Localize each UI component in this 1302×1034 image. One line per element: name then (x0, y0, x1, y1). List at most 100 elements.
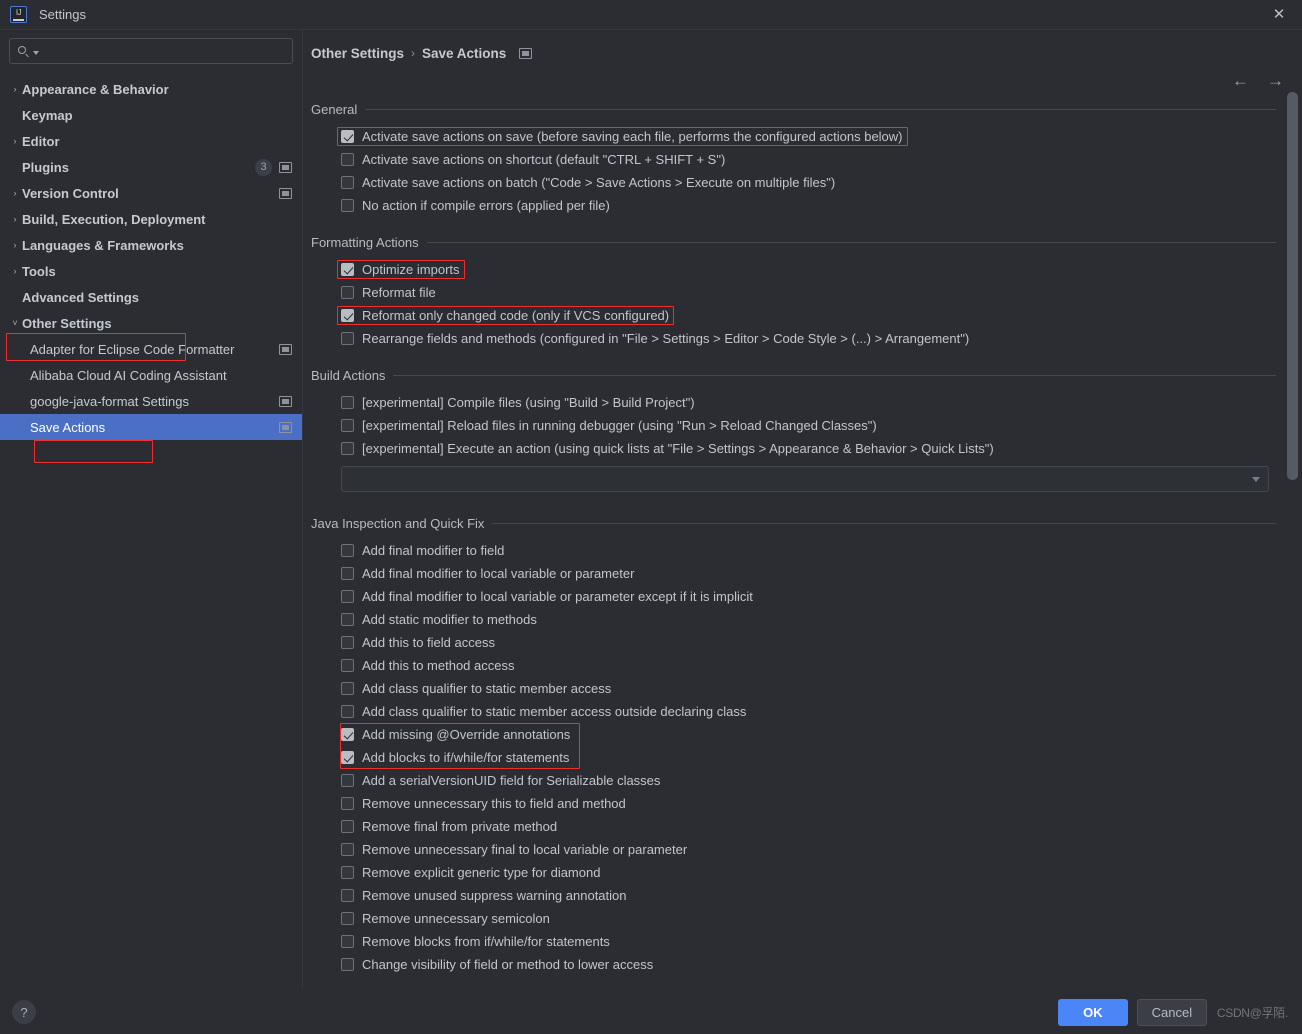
checkbox-unchecked[interactable] (341, 590, 354, 603)
checkbox-unchecked[interactable] (341, 935, 354, 948)
chevron-right-icon[interactable]: › (8, 136, 22, 146)
checkbox-unchecked[interactable] (341, 659, 354, 672)
checkbox-unchecked[interactable] (341, 153, 354, 166)
cancel-button[interactable]: Cancel (1136, 998, 1207, 1026)
checkbox-label: Remove unused suppress warning annotatio… (362, 888, 627, 903)
window-title: Settings (39, 7, 86, 22)
checkbox-row[interactable]: Activate save actions on shortcut (defau… (311, 148, 1276, 171)
checkbox-row[interactable]: [experimental] Compile files (using "Bui… (311, 391, 1276, 414)
sidebar-item-editor[interactable]: › Editor (0, 128, 302, 154)
checkbox-checked[interactable] (341, 728, 354, 741)
checkbox-row[interactable]: Remove unnecessary semicolon (311, 907, 1276, 930)
checkbox-unchecked[interactable] (341, 889, 354, 902)
close-icon[interactable]: ✕ (1256, 0, 1302, 29)
sidebar-item-build-execution-deployment[interactable]: › Build, Execution, Deployment (0, 206, 302, 232)
checkbox-unchecked[interactable] (341, 636, 354, 649)
checkbox-checked[interactable] (341, 309, 354, 322)
sidebar-item-google-java-format-settings[interactable]: ›google-java-format Settings (0, 388, 302, 414)
chevron-right-icon[interactable]: › (8, 188, 22, 198)
sidebar-item-alibaba-cloud-ai-coding-assistant[interactable]: ›Alibaba Cloud AI Coding Assistant (0, 362, 302, 388)
checkbox-row[interactable]: Add missing @Override annotations (311, 723, 1276, 746)
checkbox-checked[interactable] (341, 751, 354, 764)
checkbox-row[interactable]: Remove explicit generic type for diamond (311, 861, 1276, 884)
checkbox-row[interactable]: [experimental] Reload files in running d… (311, 414, 1276, 437)
sidebar-item-keymap[interactable]: ›Keymap (0, 102, 302, 128)
checkbox-unchecked[interactable] (341, 286, 354, 299)
checkbox-unchecked[interactable] (341, 544, 354, 557)
checkbox-row[interactable]: Reformat file (311, 281, 1276, 304)
checkbox-checked[interactable] (341, 130, 354, 143)
checkbox-row[interactable]: Remove unused suppress warning annotatio… (311, 884, 1276, 907)
arrow-left-icon[interactable]: ← (1232, 72, 1249, 89)
checkbox-row[interactable]: Add this to method access (311, 654, 1276, 677)
sidebar-item-languages-frameworks[interactable]: › Languages & Frameworks (0, 232, 302, 258)
checkbox-label: Add this to field access (362, 635, 495, 650)
quick-list-combobox[interactable] (341, 466, 1269, 492)
checkbox-unchecked[interactable] (341, 567, 354, 580)
ok-button[interactable]: OK (1057, 998, 1128, 1026)
search-field[interactable] (9, 38, 293, 64)
checkbox-row[interactable]: Add this to field access (311, 631, 1276, 654)
chevron-right-icon[interactable]: › (8, 84, 22, 94)
sidebar-item-other-settings[interactable]: ˅ Other Settings (0, 310, 302, 336)
checkbox-row[interactable]: Reformat only changed code (only if VCS … (311, 304, 1276, 327)
checkbox-unchecked[interactable] (341, 912, 354, 925)
search-input[interactable] (39, 43, 284, 59)
sidebar-item-adapter-for-eclipse-code-formatter[interactable]: ›Adapter for Eclipse Code Formatter (0, 336, 302, 362)
sidebar-item-version-control[interactable]: › Version Control (0, 180, 302, 206)
chevron-right-icon[interactable]: › (8, 266, 22, 276)
checkbox-row[interactable]: Change visibility of field or method to … (311, 953, 1276, 976)
checkbox-row[interactable]: Activate save actions on save (before sa… (311, 125, 1276, 148)
checkbox-row[interactable]: Add final modifier to local variable or … (311, 585, 1276, 608)
checkbox-row[interactable]: Add class qualifier to static member acc… (311, 677, 1276, 700)
checkbox-row[interactable]: Add class qualifier to static member acc… (311, 700, 1276, 723)
sidebar-item-advanced-settings[interactable]: ›Advanced Settings (0, 284, 302, 310)
checkbox-row[interactable]: Remove unnecessary this to field and met… (311, 792, 1276, 815)
checkbox-unchecked[interactable] (341, 843, 354, 856)
chevron-right-icon[interactable]: › (8, 214, 22, 224)
checkbox-row[interactable]: Add blocks to if/while/for statements (311, 746, 1276, 769)
checkbox-unchecked[interactable] (341, 332, 354, 345)
checkbox-unchecked[interactable] (341, 958, 354, 971)
checkbox-row[interactable]: Remove final from private method (311, 815, 1276, 838)
checkbox-row[interactable]: No action if compile errors (applied per… (311, 194, 1276, 217)
scrollbar-thumb[interactable] (1287, 92, 1298, 480)
sidebar-item-save-actions[interactable]: ›Save Actions (0, 414, 302, 440)
chevron-down-icon[interactable]: ˅ (8, 318, 22, 328)
checkbox-row[interactable]: Add final modifier to local variable or … (311, 562, 1276, 585)
checkbox-row[interactable]: [experimental] Execute an action (using … (311, 437, 1276, 460)
checkbox-row[interactable]: Add final modifier to field (311, 539, 1276, 562)
breadcrumb-parent[interactable]: Other Settings (311, 46, 404, 61)
checkbox-unchecked[interactable] (341, 442, 354, 455)
checkbox-row[interactable]: Remove unnecessary final to local variab… (311, 838, 1276, 861)
group-title: Java Inspection and Quick Fix (311, 516, 485, 531)
checkbox-unchecked[interactable] (341, 396, 354, 409)
chevron-right-icon[interactable]: › (8, 240, 22, 250)
checkbox-checked[interactable] (341, 263, 354, 276)
checkbox-unchecked[interactable] (341, 682, 354, 695)
help-button[interactable]: ? (12, 1000, 36, 1024)
checkbox-unchecked[interactable] (341, 797, 354, 810)
checkbox-unchecked[interactable] (341, 820, 354, 833)
checkbox-unchecked[interactable] (341, 705, 354, 718)
vertical-scrollbar[interactable] (1287, 92, 1298, 928)
checkbox-unchecked[interactable] (341, 419, 354, 432)
arrow-right-icon[interactable]: → (1267, 72, 1284, 89)
checkbox-row[interactable]: Add static modifier to methods (311, 608, 1276, 631)
sidebar-item-tools[interactable]: › Tools (0, 258, 302, 284)
chevron-down-icon[interactable] (1252, 476, 1260, 482)
checkbox-label: Rearrange fields and methods (configured… (362, 331, 970, 346)
checkbox-unchecked[interactable] (341, 866, 354, 879)
checkbox-unchecked[interactable] (341, 613, 354, 626)
checkbox-unchecked[interactable] (341, 774, 354, 787)
checkbox-unchecked[interactable] (341, 176, 354, 189)
checkbox-row[interactable]: Activate save actions on batch ("Code > … (311, 171, 1276, 194)
sidebar-item-plugins[interactable]: ›Plugins3 (0, 154, 302, 180)
checkbox-row[interactable]: Add a serialVersionUID field for Seriali… (311, 769, 1276, 792)
checkbox-row[interactable]: Optimize imports (311, 258, 1276, 281)
checkbox-unchecked[interactable] (341, 199, 354, 212)
checkbox-row[interactable]: Remove blocks from if/while/for statemen… (311, 930, 1276, 953)
sidebar-item-label: google-java-format Settings (30, 393, 189, 409)
sidebar-item-appearance-behavior[interactable]: › Appearance & Behavior (0, 76, 302, 102)
checkbox-row[interactable]: Rearrange fields and methods (configured… (311, 327, 1276, 350)
